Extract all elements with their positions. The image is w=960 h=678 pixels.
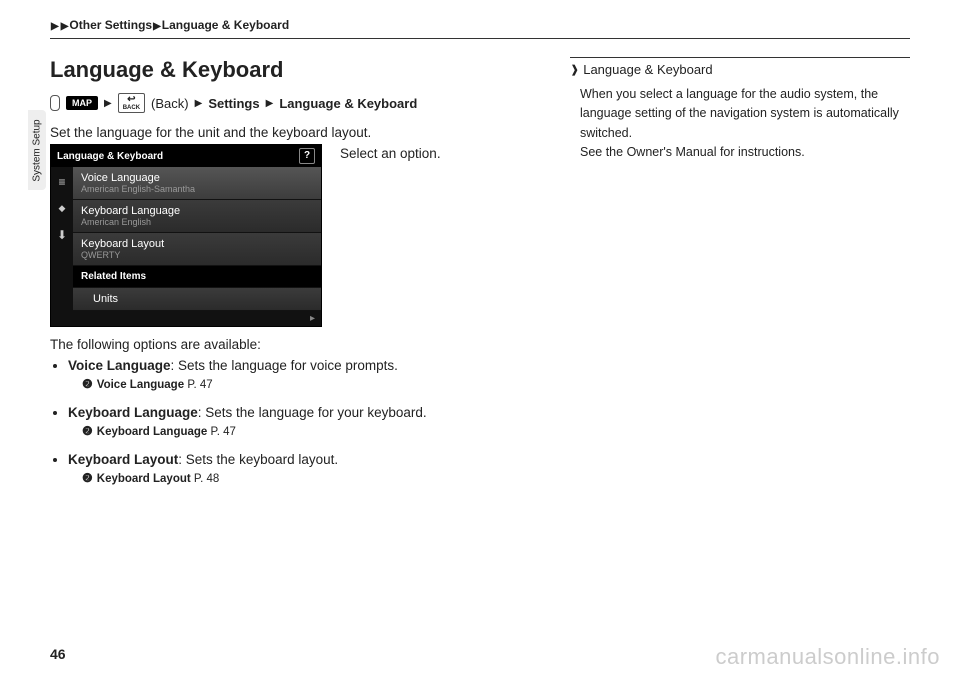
watermark: carmanualsonline.info (715, 644, 940, 670)
chevron-right-icon: ▸ (310, 313, 315, 324)
menu-icon: ≡ (58, 175, 65, 189)
intro-text: Set the language for the unit and the ke… (50, 125, 546, 140)
list-section-header: Related Items (73, 266, 321, 288)
map-button-icon: MAP (66, 96, 98, 110)
option-item: Keyboard Language: Sets the language for… (68, 405, 546, 438)
breadcrumb-item: Other Settings (69, 18, 152, 32)
option-item: Voice Language: Sets the language for vo… (68, 358, 546, 391)
link-icon: ❷ (82, 471, 93, 485)
screenshot-title: Language & Keyboard (57, 151, 163, 162)
link-icon: ❷ (82, 377, 93, 391)
drag-handle-icon: ◆ (59, 203, 66, 214)
list-item: Voice Language American English-Samantha (73, 167, 321, 200)
cross-reference: ❷Voice Language P. 47 (82, 377, 546, 391)
chevron-right-icon: ▶ (266, 98, 274, 109)
tip-box-title: ❱Language & Keyboard (570, 57, 910, 77)
cross-reference: ❷Keyboard Language P. 47 (82, 424, 546, 438)
chevron-right-icon: ▶ (61, 21, 69, 32)
page-title: Language & Keyboard (50, 57, 546, 83)
section-tab: System Setup (28, 110, 46, 190)
tip-icon: ❱ (570, 63, 579, 76)
nav-step: Settings (208, 96, 259, 111)
breadcrumb-item: Language & Keyboard (162, 18, 289, 32)
help-icon: ? (299, 148, 315, 164)
options-heading: The following options are available: (50, 337, 546, 352)
page-number: 46 (50, 646, 66, 662)
instruction-text: Select an option. (340, 146, 441, 161)
chevron-right-icon: ▶ (195, 98, 203, 109)
chevron-right-icon: ▶ (153, 21, 161, 32)
down-arrow-icon: ⬇ (57, 228, 67, 242)
voice-icon (50, 95, 60, 111)
tip-box-body: When you select a language for the audio… (570, 85, 910, 163)
list-item: Units (73, 288, 321, 311)
list-item: Keyboard Layout QWERTY (73, 233, 321, 266)
back-button-icon: ↩BACK (118, 93, 145, 113)
section-tab-label: System Setup (32, 119, 43, 181)
list-item: Keyboard Language American English (73, 200, 321, 233)
nav-step: Language & Keyboard (279, 96, 417, 111)
option-item: Keyboard Layout: Sets the keyboard layou… (68, 452, 546, 485)
chevron-right-icon: ▶ (51, 21, 59, 32)
nav-path: MAP ▶ ↩BACK (Back) ▶ Settings ▶ Language… (50, 93, 546, 113)
device-screenshot: Language & Keyboard ? ≡ ◆ ⬇ Voice Langua… (50, 144, 322, 327)
cross-reference: ❷Keyboard Layout P. 48 (82, 471, 546, 485)
link-icon: ❷ (82, 424, 93, 438)
options-list: Voice Language: Sets the language for vo… (68, 358, 546, 485)
chevron-right-icon: ▶ (104, 98, 112, 109)
back-label: (Back) (151, 96, 189, 111)
breadcrumb: ▶▶Other Settings▶Language & Keyboard (50, 18, 910, 39)
